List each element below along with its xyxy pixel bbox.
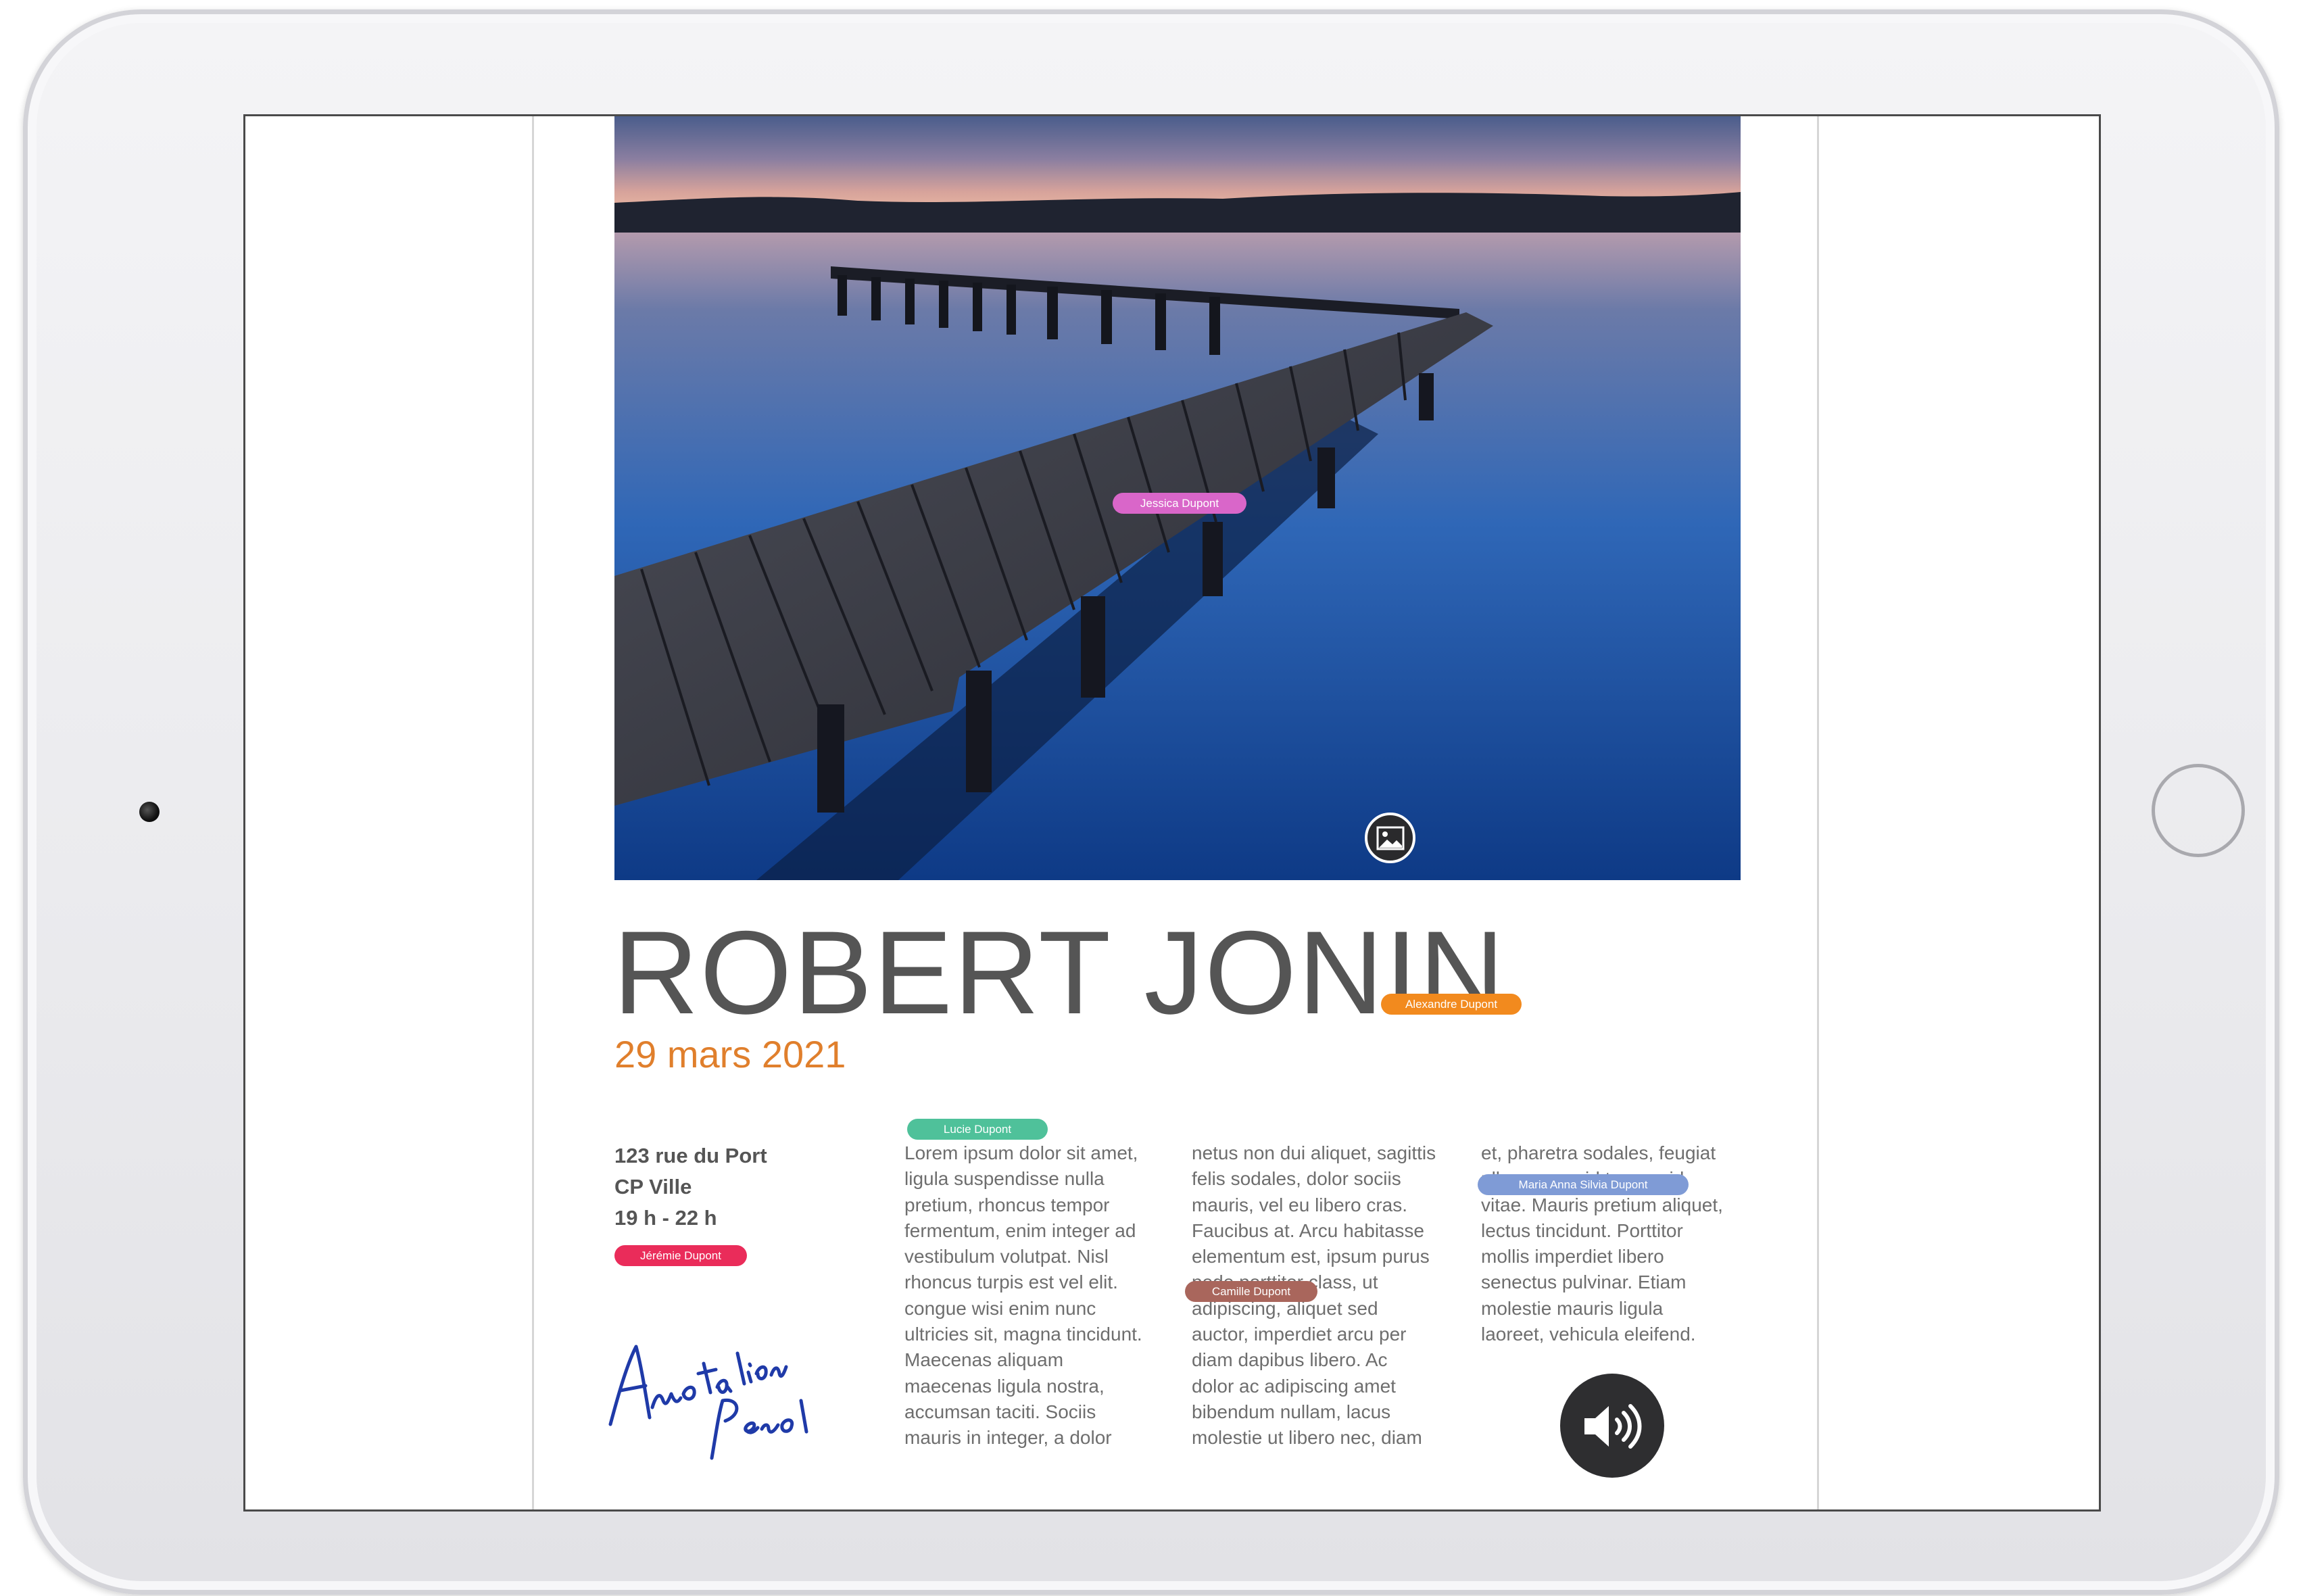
speaker-icon[interactable] — [1560, 1374, 1664, 1478]
text-line: rhoncus turpis est vel elit. — [904, 1272, 1118, 1293]
home-button[interactable] — [2152, 764, 2245, 857]
text-line: Lorem ipsum dolor sit amet, — [904, 1142, 1138, 1163]
text-line: laoreet, vehicula eleifend. — [1481, 1324, 1696, 1345]
screen: ROBERT JONIN 29 mars 2021 123 rue du Por… — [243, 114, 2101, 1512]
text-line: mauris in integer, a dolor — [904, 1427, 1112, 1449]
text-column-3: et, pharetra sodales, feugiat ullamcorpe… — [1481, 1140, 1745, 1347]
text-line: mollis imperdiet libero — [1481, 1246, 1664, 1267]
text-column-1: Lorem ipsum dolor sit amet, ligula suspe… — [904, 1140, 1168, 1451]
text-line: diam dapibus libero. Ac — [1192, 1349, 1388, 1371]
page-edge-left — [532, 116, 534, 1509]
text-line: et, pharetra sodales, feugiat — [1481, 1142, 1716, 1163]
text-line: pretium, rhoncus tempor — [904, 1194, 1110, 1215]
collaborator-tag-alexandre[interactable]: Alexandre Dupont — [1381, 994, 1522, 1015]
handwritten-annotation[interactable] — [604, 1299, 833, 1461]
text-line: congue wisi enim nunc — [904, 1297, 1096, 1319]
text-line: vitae. Mauris pretium aliquet, — [1481, 1194, 1723, 1215]
text-line: fermentum, enim integer ad — [904, 1219, 1136, 1241]
text-line: auctor, imperdiet arcu per — [1192, 1324, 1407, 1345]
collaborator-tag-jeremie[interactable]: Jérémie Dupont — [614, 1245, 747, 1266]
page-edge-right — [1817, 116, 1819, 1509]
text-line: bibendum nullam, lacus — [1192, 1401, 1391, 1422]
text-line: accumsan taciti. Sociis — [904, 1401, 1096, 1422]
text-line: Maecenas aliquam — [904, 1349, 1064, 1371]
text-line: dolor ac adipiscing amet — [1192, 1375, 1396, 1397]
address-block: 123 rue du Port CP Ville 19 h - 22 h — [614, 1140, 767, 1234]
text-line: Faucibus at. Arcu habitasse — [1192, 1219, 1424, 1241]
text-line: vestibulum volutpat. Nisl — [904, 1246, 1109, 1267]
image-icon[interactable] — [1365, 813, 1415, 863]
text-line: molestie mauris ligula — [1481, 1297, 1664, 1319]
text-line: ligula suspendisse nulla — [904, 1168, 1105, 1190]
text-line: senectus pulvinar. Etiam — [1481, 1272, 1687, 1293]
collaborator-tag-jessica[interactable]: Jessica Dupont — [1113, 493, 1246, 514]
tablet-frame: ROBERT JONIN 29 mars 2021 123 rue du Por… — [23, 9, 2279, 1595]
address-line: 19 h - 22 h — [614, 1206, 717, 1230]
text-line: elementum est, ipsum purus — [1192, 1246, 1430, 1267]
collaborator-tag-lucie[interactable]: Lucie Dupont — [907, 1119, 1048, 1140]
text-line: mauris, vel eu libero cras. — [1192, 1194, 1408, 1215]
text-line: molestie ut libero nec, diam — [1192, 1427, 1422, 1449]
text-line: lectus tincidunt. Porttitor — [1481, 1219, 1683, 1241]
collaborator-tag-camille[interactable]: Camille Dupont — [1185, 1281, 1317, 1302]
page-title: ROBERT JONIN — [613, 907, 1506, 1039]
text-line: netus non dui aliquet, sagittis — [1192, 1142, 1436, 1163]
event-date: 29 mars 2021 — [614, 1033, 846, 1075]
text-line: ultricies sit, magna tincidunt. — [904, 1324, 1142, 1345]
front-camera — [139, 802, 160, 822]
collaborator-tag-maria[interactable]: Maria Anna Silvia Dupont — [1478, 1174, 1689, 1195]
text-line: maecenas ligula nostra, — [904, 1375, 1105, 1397]
text-line: felis sodales, dolor sociis — [1192, 1168, 1401, 1190]
address-line: CP Ville — [614, 1175, 692, 1199]
address-line: 123 rue du Port — [614, 1144, 767, 1167]
